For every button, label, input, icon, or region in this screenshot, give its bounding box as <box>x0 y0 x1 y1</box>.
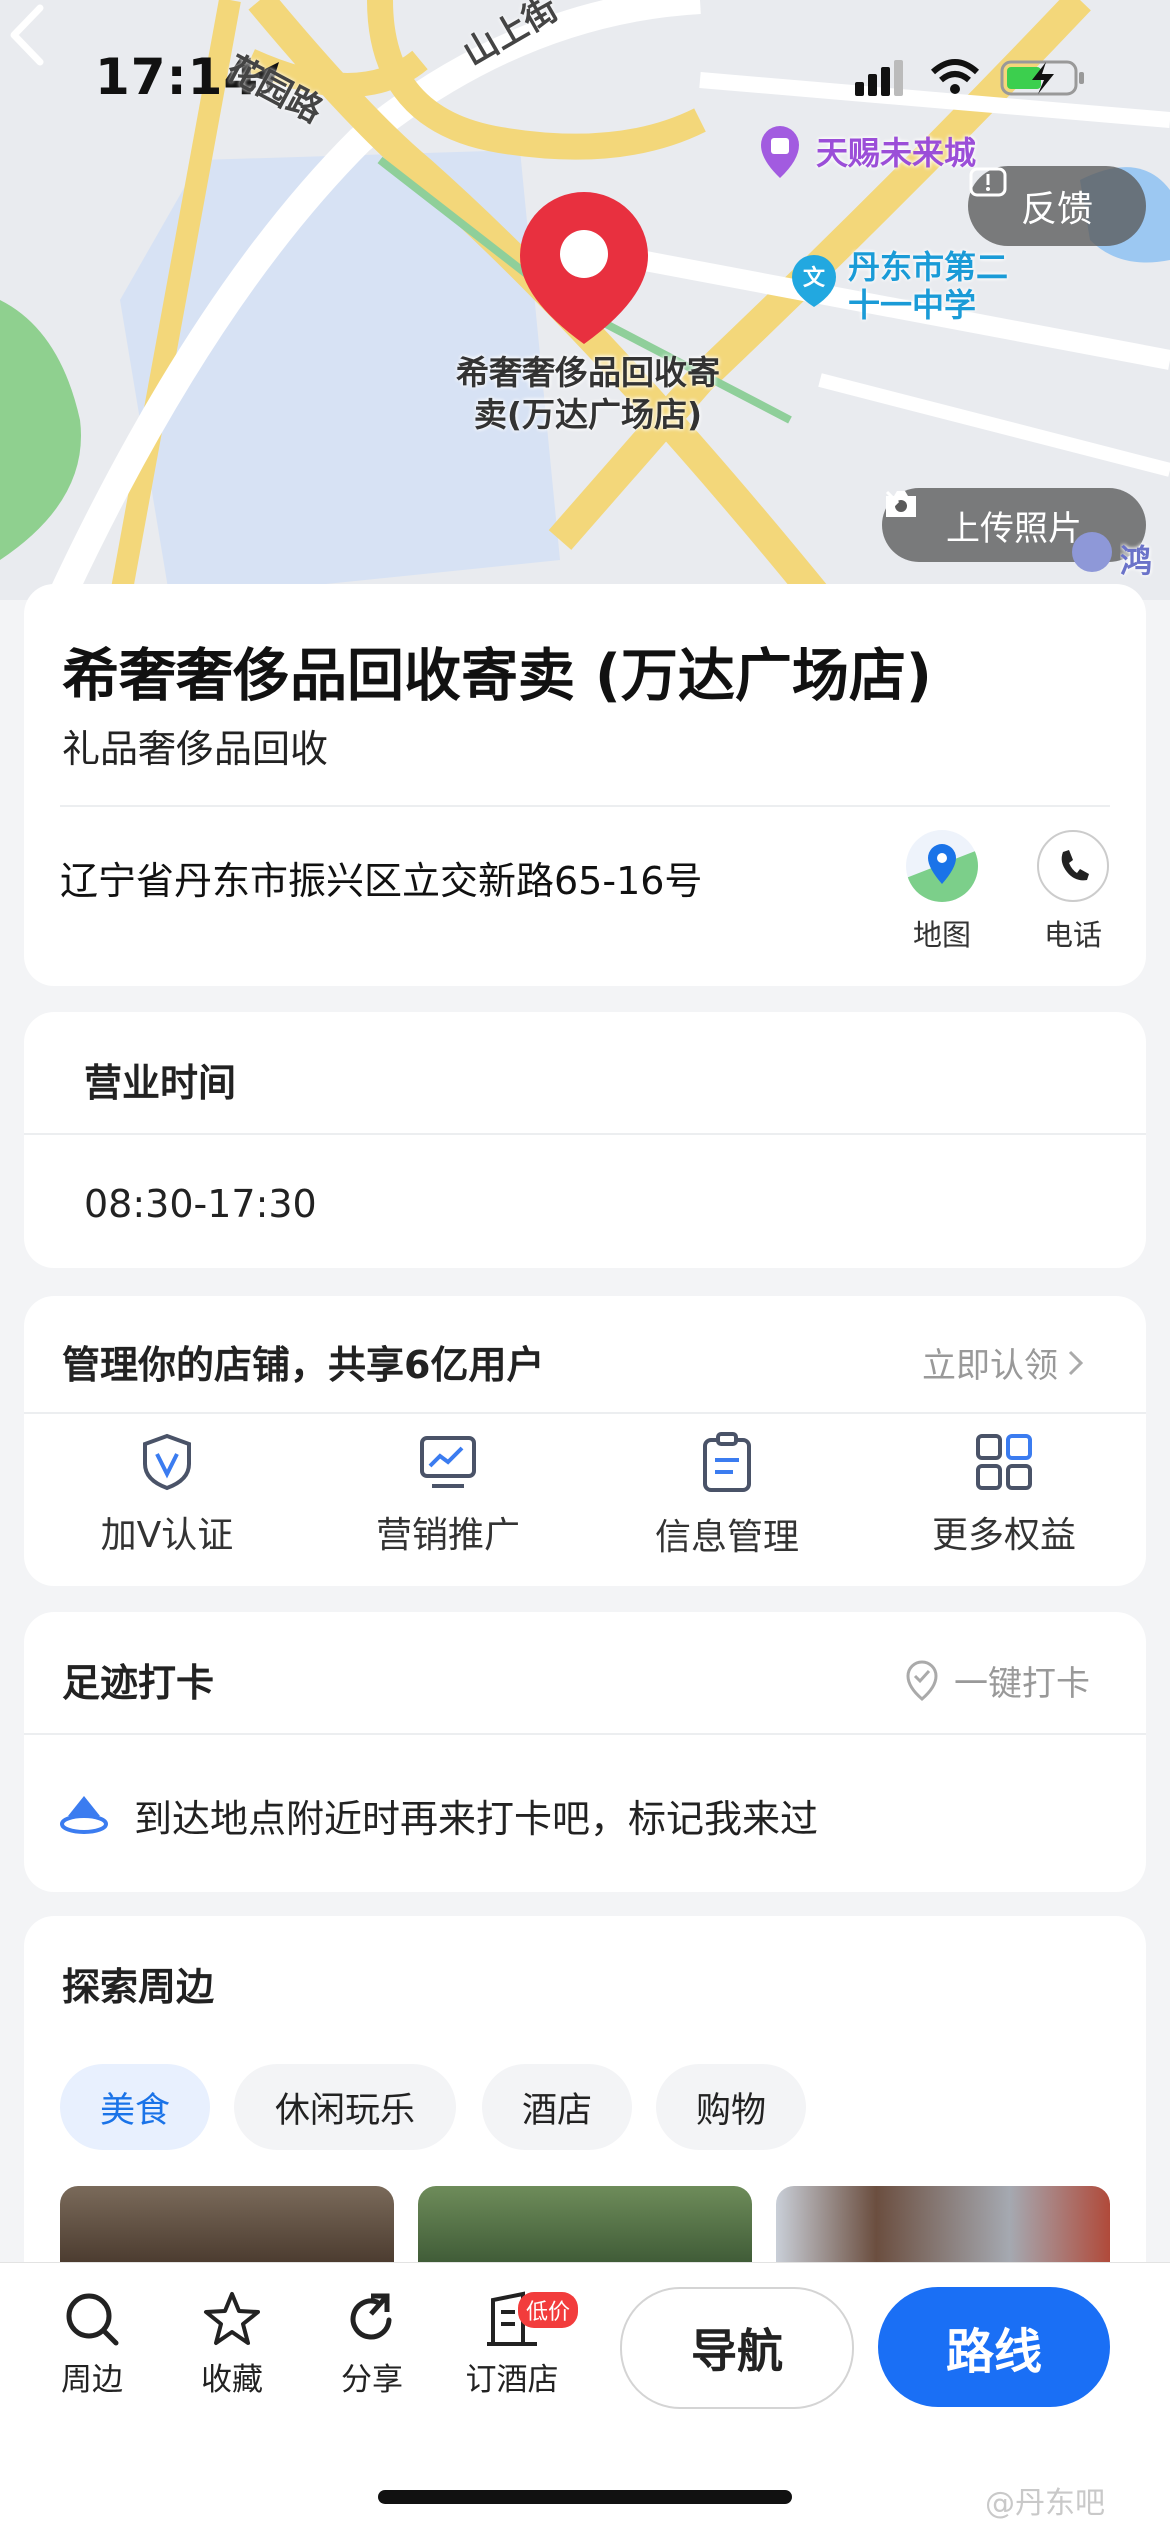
map-action-label: 地图 <box>912 918 971 952</box>
star-icon <box>204 2292 260 2345</box>
mall-poi-icon[interactable] <box>759 124 801 180</box>
poi-edge-icon <box>1072 532 1112 572</box>
claim-link[interactable]: 立即认领 <box>922 1338 1086 1387</box>
chevron-right-icon <box>885 490 900 514</box>
phone-icon <box>1037 830 1109 902</box>
one-tap-checkin-label: 一键打卡 <box>954 1664 1090 1704</box>
checkin-title: 足迹打卡 <box>62 1661 215 1705</box>
nearby-thumbnail[interactable] <box>418 2186 752 2266</box>
poi-edge-label: 鸿 <box>1120 542 1153 580</box>
favorite-label: 收藏 <box>201 2362 263 2398</box>
pin-label: 希奢奢侈品回收寄卖(万达广场店) <box>456 353 720 434</box>
mall-poi-label[interactable]: 天赐未来城 <box>816 128 976 174</box>
navigate-button[interactable]: 导航 <box>620 2287 854 2409</box>
grid-icon <box>976 1434 1032 1490</box>
more-benefits-button[interactable]: 更多权益 <box>904 1432 1104 1558</box>
location-pin-icon <box>514 188 654 348</box>
nearby-thumbnail[interactable] <box>776 2186 1110 2266</box>
battery-icon <box>1000 60 1084 96</box>
search-icon <box>66 2293 119 2346</box>
hours-card <box>24 1012 1146 1268</box>
divider <box>24 1733 1146 1735</box>
divider <box>60 805 1110 807</box>
manage-title: 管理你的店铺，共享6亿用户 <box>62 1343 545 1387</box>
wifi-icon <box>930 59 980 94</box>
favorite-button[interactable]: 收藏 <box>172 2290 292 2399</box>
nearby-thumbnail[interactable] <box>60 2186 394 2266</box>
divider <box>24 1412 1146 1414</box>
one-tap-checkin-button[interactable]: 一键打卡 <box>904 1656 1090 1705</box>
share-button[interactable]: 分享 <box>312 2290 432 2399</box>
hours-value: 08:30-17:30 <box>84 1182 317 1226</box>
share-label: 分享 <box>341 2362 403 2398</box>
explore-title: 探索周边 <box>62 1965 215 2009</box>
divider <box>24 1133 1146 1135</box>
book-hotel-label: 订酒店 <box>465 2362 559 2398</box>
footprint-icon <box>60 1796 108 1834</box>
hours-title: 营业时间 <box>84 1061 237 1105</box>
phone-action-button[interactable]: 电话 <box>1028 830 1118 954</box>
nearby-label: 周边 <box>61 2362 123 2398</box>
checkin-pin-icon <box>906 1659 938 1701</box>
feedback-button[interactable]: 反馈 <box>968 166 1146 246</box>
v-certify-label: 加V认证 <box>100 1515 234 1556</box>
signal-icon <box>855 60 903 96</box>
low-price-badge: 低价 <box>518 2292 579 2328</box>
chevron-right-icon <box>1068 1350 1084 1375</box>
chip-shopping[interactable]: 购物 <box>656 2064 806 2150</box>
back-icon[interactable] <box>0 0 60 70</box>
place-category: 礼品奢侈品回收 <box>62 727 329 771</box>
chip-food[interactable]: 美食 <box>60 2064 210 2150</box>
info-manage-button[interactable]: 信息管理 <box>627 1432 827 1560</box>
svg-text:文: 文 <box>803 265 826 291</box>
claim-label: 立即认领 <box>922 1346 1058 1386</box>
phone-action-label: 电话 <box>1043 918 1102 952</box>
school-poi-label[interactable]: 丹东市第二十一中学 <box>848 248 1028 324</box>
chip-hotel[interactable]: 酒店 <box>482 2064 632 2150</box>
v-shield-icon <box>143 1433 191 1491</box>
place-address[interactable]: 辽宁省丹东市振兴区立交新路65-16号 <box>60 850 702 905</box>
home-indicator <box>378 2490 792 2504</box>
watermark: @丹东吧 <box>985 2486 1105 2521</box>
feedback-label: 反馈 <box>1020 189 1093 230</box>
nearby-button[interactable]: 周边 <box>32 2290 152 2399</box>
map-icon <box>906 830 978 902</box>
share-icon <box>350 2293 392 2340</box>
map-view[interactable]: 17:14 反馈 天赐未来城 文 丹东市第二十一中学 希奢奢侈品回收寄卖(万达广… <box>0 0 1170 600</box>
school-poi-icon[interactable]: 文 <box>790 253 838 309</box>
map-action-button[interactable]: 地图 <box>897 830 987 954</box>
clipboard-icon <box>703 1432 751 1492</box>
more-benefits-label: 更多权益 <box>931 1515 1076 1556</box>
place-title: 希奢奢侈品回收寄卖 (万达广场店) <box>62 643 932 709</box>
upload-photo-label: 上传照片 <box>946 508 1082 549</box>
marketing-button[interactable]: 营销推广 <box>348 1432 548 1558</box>
checkin-hint: 到达地点附近时再来打卡吧，标记我来过 <box>134 1797 819 1841</box>
route-button[interactable]: 路线 <box>878 2287 1110 2407</box>
info-manage-label: 信息管理 <box>654 1517 799 1558</box>
marketing-label: 营销推广 <box>375 1515 520 1556</box>
chart-monitor-icon <box>420 1436 476 1488</box>
v-certify-button[interactable]: 加V认证 <box>67 1432 267 1558</box>
chip-leisure[interactable]: 休闲玩乐 <box>234 2064 456 2150</box>
